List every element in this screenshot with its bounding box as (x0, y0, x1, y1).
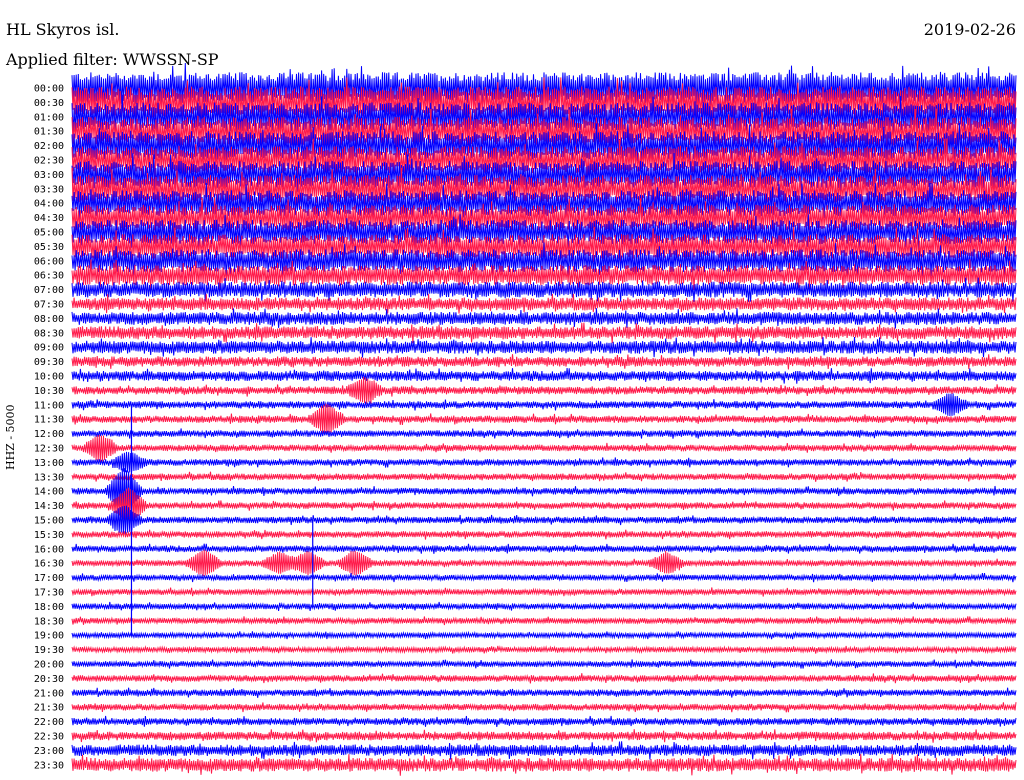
time-label-1530: 15:30 (34, 530, 64, 541)
trace-2030 (71, 673, 1017, 684)
trace-1130 (71, 403, 1017, 436)
time-label-1730: 17:30 (34, 588, 64, 599)
time-label-0230: 02:30 (34, 156, 64, 167)
trace-1700 (71, 573, 1017, 583)
trace-1000 (71, 368, 1017, 384)
trace-2000 (71, 659, 1017, 669)
trace-1030 (71, 376, 1017, 404)
trace-2100 (71, 687, 1017, 698)
time-label-0700: 07:00 (34, 285, 64, 296)
trace-1630 (71, 549, 1017, 577)
trace-1300 (71, 451, 1017, 473)
trace-1530 (71, 529, 1017, 540)
trace-2200 (71, 715, 1017, 727)
time-label-0800: 08:00 (34, 314, 64, 325)
time-label-0030: 00:30 (34, 98, 64, 109)
time-label-1830: 18:30 (34, 616, 64, 627)
time-label-1800: 18:00 (34, 602, 64, 613)
time-label-2000: 20:00 (34, 660, 64, 671)
time-label-0130: 01:30 (34, 127, 64, 138)
time-label-0400: 04:00 (34, 199, 64, 210)
trace-1800 (71, 601, 1017, 611)
time-label-0600: 06:00 (34, 256, 64, 267)
time-label-0100: 01:00 (34, 112, 64, 123)
trace-1230 (71, 434, 1017, 463)
time-label-0300: 03:00 (34, 170, 64, 181)
trace-2300 (71, 741, 1017, 760)
trace-0730 (71, 293, 1017, 314)
time-label-1930: 19:30 (34, 645, 64, 656)
time-label-0730: 07:30 (34, 300, 64, 311)
time-label-2330: 23:30 (34, 760, 64, 771)
time-label-2300: 23:00 (34, 746, 64, 757)
time-label-1130: 11:30 (34, 415, 64, 426)
time-label-2230: 22:30 (34, 732, 64, 743)
time-label-1230: 12:30 (34, 444, 64, 455)
time-label-0930: 09:30 (34, 357, 64, 368)
time-label-1900: 19:00 (34, 631, 64, 642)
time-label-1430: 14:30 (34, 501, 64, 512)
trace-0800 (71, 308, 1017, 329)
trace-1900 (71, 630, 1017, 640)
time-label-0900: 09:00 (34, 343, 64, 354)
time-label-1030: 10:30 (34, 386, 64, 397)
time-label-2100: 21:00 (34, 688, 64, 699)
time-label-0530: 05:30 (34, 242, 64, 253)
time-label-0500: 05:00 (34, 228, 64, 239)
trace-2330 (71, 754, 1017, 776)
time-label-1600: 16:00 (34, 544, 64, 555)
trace-2130 (71, 702, 1017, 713)
trace-0830 (71, 322, 1017, 344)
time-label-2200: 22:00 (34, 717, 64, 728)
time-label-1200: 12:00 (34, 429, 64, 440)
time-label-1000: 10:00 (34, 372, 64, 383)
trace-1930 (71, 645, 1017, 655)
trace-1600 (71, 543, 1017, 554)
time-label-0330: 03:30 (34, 184, 64, 195)
trace-1500 (71, 505, 1017, 536)
trace-2230 (71, 729, 1017, 743)
time-label-1400: 14:00 (34, 487, 64, 498)
time-label-0830: 08:30 (34, 328, 64, 339)
trace-1730 (71, 587, 1017, 597)
time-label-0200: 02:00 (34, 141, 64, 152)
time-label-1100: 11:00 (34, 400, 64, 411)
time-label-0000: 00:00 (34, 84, 64, 95)
trace-1330 (71, 471, 1017, 482)
time-label-1630: 16:30 (34, 559, 64, 570)
time-label-2130: 21:30 (34, 703, 64, 714)
time-label-1330: 13:30 (34, 472, 64, 483)
trace-1100 (71, 393, 1017, 417)
trace-0900 (71, 336, 1017, 358)
time-label-0630: 06:30 (34, 271, 64, 282)
trace-0930 (71, 354, 1017, 370)
time-label-1700: 17:00 (34, 573, 64, 584)
time-label-2030: 20:30 (34, 674, 64, 685)
helicorder-plot: 00:00 00:30 01:00 01:30 02:00 02:30 03:00 03:30… (34, 62, 1017, 776)
time-label-1500: 15:00 (34, 516, 64, 527)
trace-1830 (71, 616, 1017, 626)
trace-1200 (71, 428, 1017, 439)
time-label-0430: 04:30 (34, 213, 64, 224)
time-label-1300: 13:00 (34, 458, 64, 469)
